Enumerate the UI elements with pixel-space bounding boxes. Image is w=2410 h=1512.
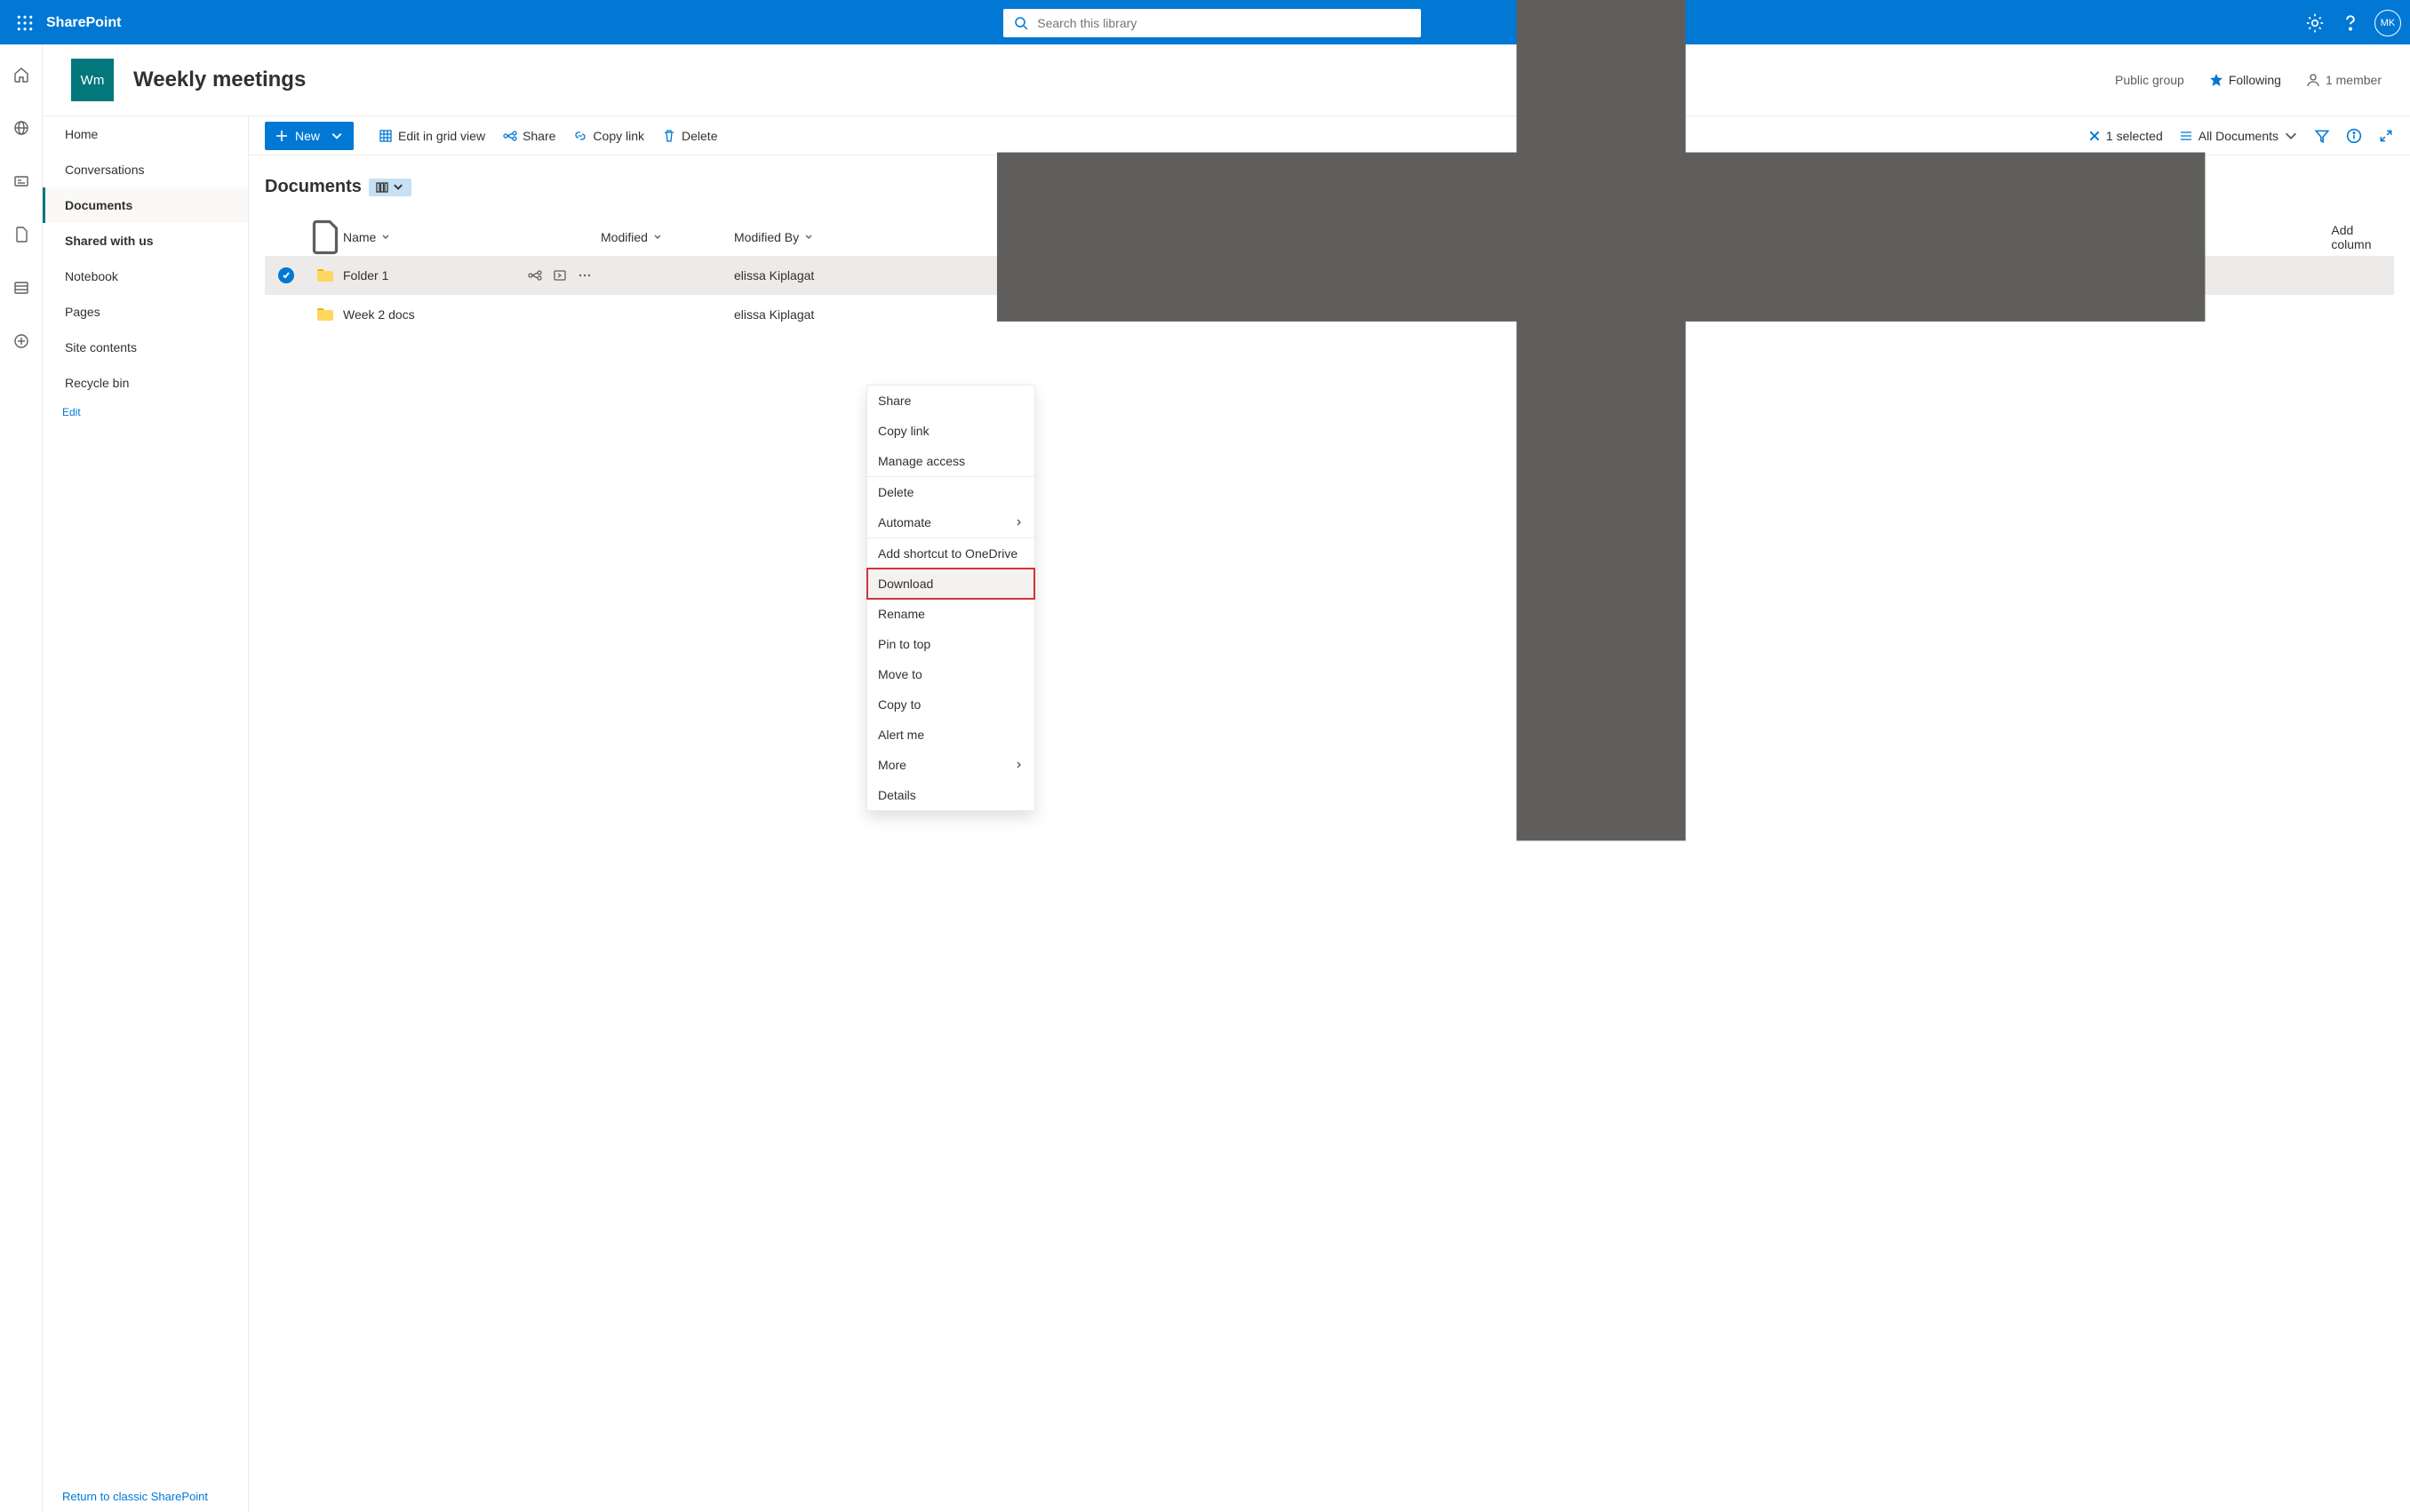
header-modified-by[interactable]: Modified By [734, 230, 876, 244]
header-modified[interactable]: Modified [601, 230, 734, 244]
trash-icon [662, 129, 676, 143]
ctx-pin-to-top[interactable]: Pin to top [867, 629, 1034, 659]
chevron-down-icon [653, 233, 662, 242]
ctx-automate-label: Automate [878, 515, 931, 529]
share-button[interactable]: Share [494, 129, 564, 143]
nav-recycle-bin[interactable]: Recycle bin [43, 365, 248, 401]
news-icon [12, 172, 30, 190]
header-add-column[interactable]: Add column [876, 0, 2394, 962]
row-ellipsis-button[interactable] [578, 268, 592, 283]
documents-table: Name Modified Modified By [265, 219, 2394, 334]
header-name[interactable]: Name [343, 230, 601, 244]
new-button[interactable]: New [265, 122, 354, 150]
link-icon [573, 129, 587, 143]
header-type-icon[interactable] [307, 219, 343, 255]
nav-documents[interactable]: Documents [43, 187, 248, 223]
row-name[interactable]: Week 2 docs [343, 307, 601, 322]
chevron-down-icon [392, 181, 404, 194]
ctx-share[interactable]: Share [867, 386, 1034, 416]
ctx-copy-to[interactable]: Copy to [867, 689, 1034, 720]
file-icon [307, 219, 343, 255]
row-modified-by: elissa Kiplagat [734, 268, 876, 283]
plus-icon [876, 0, 2326, 962]
grid-icon [379, 129, 393, 143]
share-icon [503, 129, 517, 143]
nav-notebook[interactable]: Notebook [43, 259, 248, 294]
table-header: Name Modified Modified By [265, 219, 2394, 256]
row-name[interactable]: Folder 1 [343, 268, 523, 283]
left-nav: Home Conversations Documents Shared with… [43, 116, 249, 1512]
share-icon [528, 268, 542, 283]
rail-global-button[interactable] [7, 114, 36, 142]
site-logo[interactable]: Wm [71, 59, 114, 101]
list-icon [12, 279, 30, 297]
ellipsis-icon [578, 268, 592, 283]
check-icon [282, 271, 291, 280]
row-share-button[interactable] [528, 268, 542, 283]
library-view-switcher[interactable] [369, 179, 411, 196]
main-content: New Edit in grid view Share [249, 116, 2410, 1512]
chevron-down-icon [804, 233, 813, 242]
nav-edit-link[interactable]: Edit [43, 401, 248, 424]
chevron-down-icon [381, 233, 390, 242]
header-name-label: Name [343, 230, 376, 244]
ctx-more-label: More [878, 758, 906, 772]
ctx-rename[interactable]: Rename [867, 599, 1034, 629]
file-icon [12, 226, 30, 243]
context-menu: Share Copy link Manage access Delete Aut… [866, 385, 1035, 811]
new-label: New [295, 129, 320, 143]
library-title: Documents [265, 177, 362, 197]
edit-grid-button[interactable]: Edit in grid view [370, 129, 494, 143]
site-title[interactable]: Weekly meetings [133, 68, 306, 92]
ctx-alert-me[interactable]: Alert me [867, 720, 1034, 750]
folder-icon [316, 268, 334, 283]
header-modified-by-label: Modified By [734, 230, 799, 244]
delete-label: Delete [682, 129, 717, 143]
ctx-more[interactable]: More [867, 750, 1034, 780]
globe-icon [12, 119, 30, 137]
return-classic-link[interactable]: Return to classic SharePoint [43, 1481, 248, 1512]
nav-pages[interactable]: Pages [43, 294, 248, 330]
ctx-download[interactable]: Download [867, 569, 1034, 599]
chevron-right-icon [1015, 518, 1024, 527]
header-modified-label: Modified [601, 230, 648, 244]
row-checkbox-checked[interactable] [278, 267, 294, 283]
row-actions-button[interactable] [553, 268, 567, 283]
nav-shared-with-us[interactable]: Shared with us [43, 223, 248, 259]
nav-conversations[interactable]: Conversations [43, 152, 248, 187]
rail-create-button[interactable] [7, 327, 36, 355]
copy-link-button[interactable]: Copy link [564, 129, 653, 143]
plus-icon [275, 130, 288, 142]
home-icon [12, 66, 30, 84]
rail-files-button[interactable] [7, 220, 36, 249]
row-modified-by: elissa Kiplagat [734, 307, 876, 322]
ctx-delete[interactable]: Delete [867, 477, 1034, 507]
rail-home-button[interactable] [7, 60, 36, 89]
nav-icon [553, 268, 567, 283]
nav-site-contents[interactable]: Site contents [43, 330, 248, 365]
chevron-right-icon [1015, 760, 1024, 769]
edit-grid-label: Edit in grid view [398, 129, 485, 143]
ctx-copy-link[interactable]: Copy link [867, 416, 1034, 446]
ctx-automate[interactable]: Automate [867, 507, 1034, 537]
ctx-details[interactable]: Details [867, 780, 1034, 810]
folder-icon [316, 307, 334, 322]
nav-home[interactable]: Home [43, 116, 248, 152]
app-rail [0, 44, 43, 1512]
share-label: Share [523, 129, 555, 143]
chevron-down-icon [331, 130, 343, 142]
columns-icon [376, 181, 388, 194]
add-column-label: Add column [2331, 223, 2394, 251]
ctx-manage-access[interactable]: Manage access [867, 446, 1034, 476]
plus-circle-icon [12, 332, 30, 350]
rail-lists-button[interactable] [7, 274, 36, 302]
copy-link-label: Copy link [593, 129, 644, 143]
ctx-move-to[interactable]: Move to [867, 659, 1034, 689]
product-name[interactable]: SharePoint [46, 15, 121, 31]
delete-button[interactable]: Delete [653, 129, 726, 143]
ctx-add-shortcut[interactable]: Add shortcut to OneDrive [867, 538, 1034, 569]
app-launcher-button[interactable] [12, 11, 37, 36]
rail-news-button[interactable] [7, 167, 36, 195]
